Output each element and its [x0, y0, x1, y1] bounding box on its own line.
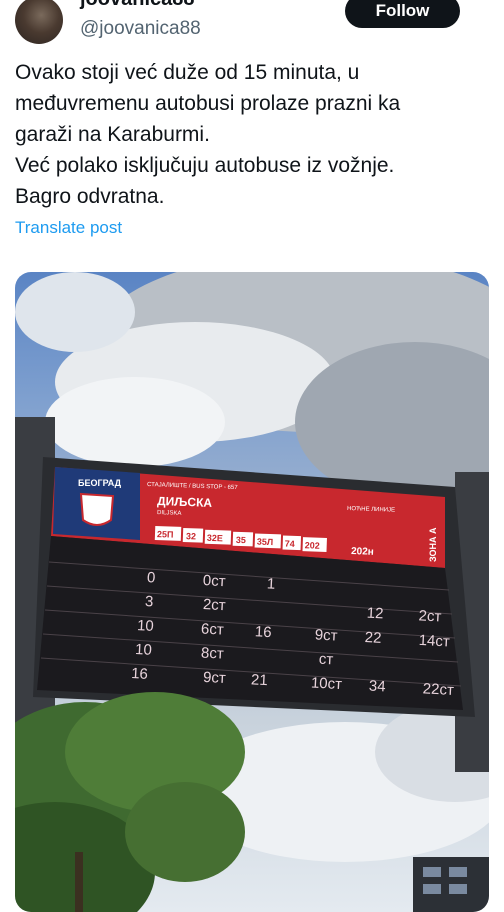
board-cell: 16 [131, 665, 149, 683]
author-handle[interactable]: @joovanica88 [80, 18, 201, 40]
board-cell: 10 [135, 641, 153, 659]
board-cell: 34 [368, 678, 386, 696]
post-text-line: Bagro odvratna. [15, 185, 165, 208]
line-badge: 202 [305, 540, 320, 551]
night-line-badge: 202н [351, 546, 374, 558]
board-cell: 0 [147, 569, 156, 586]
board-cell: 0ст [202, 572, 226, 590]
board-cell: 2ст [418, 607, 442, 625]
post-text: Ovako stoji već duže od 15 minuta, u međ… [15, 57, 495, 212]
follow-button[interactable]: Follow [345, 0, 460, 28]
board-cell: 22ст [422, 680, 454, 699]
board-cell: 22 [364, 629, 382, 647]
board-cell: 1 [266, 575, 275, 592]
line-badge: 35Л [257, 537, 274, 548]
board-cell: ст [318, 651, 333, 669]
board-cell: 10 [137, 617, 155, 635]
stop-name-latin: DILJSKA [157, 510, 182, 517]
board-cell: 12 [366, 605, 384, 623]
board-cell: 9ст [314, 626, 338, 644]
bus-stop-photo: БЕОГРАД СТАЈАЛИШТЕ / BUS STOP - 657 ДИЉС… [15, 272, 489, 912]
board-cell: 14ст [418, 632, 450, 651]
line-badge: 25П [157, 529, 174, 540]
board-cell: 16 [254, 623, 272, 641]
post-text-line: Već polako isključuju autobuse iz vožnje… [15, 154, 395, 177]
post-text-line: međuvremenu autobusi prolaze prazni ka [15, 92, 401, 115]
board-cell: 10ст [310, 674, 342, 693]
author-display-name[interactable]: joovanica88 [80, 0, 195, 11]
avatar[interactable] [15, 0, 63, 44]
post-image[interactable]: БЕОГРАД СТАЈАЛИШТЕ / BUS STOP - 657 ДИЉС… [15, 272, 489, 912]
board-cell: 8ст [201, 644, 225, 662]
translate-post-link[interactable]: Translate post [15, 218, 122, 238]
board-cell: 2ст [203, 596, 227, 614]
city-crest-icon [79, 492, 115, 526]
line-badge: 74 [285, 539, 295, 549]
city-label: БЕОГРАД [78, 478, 122, 488]
stop-name: ДИЉСКА [157, 494, 213, 510]
board-cell: 6ст [201, 620, 225, 638]
post-text-line: garaži na Karaburmi. [15, 123, 210, 146]
line-badge: 32 [186, 531, 196, 541]
line-badge: 35 [236, 535, 246, 545]
trees [15, 692, 245, 912]
board-cell: 3 [145, 593, 154, 610]
zone-label: ЗОНА А [428, 527, 438, 562]
board-cell: 9ст [203, 669, 227, 687]
board-cell: 21 [251, 671, 269, 689]
line-badge: 32Е [207, 533, 223, 544]
post-text-line: Ovako stoji već duže od 15 minuta, u [15, 61, 360, 84]
building [413, 857, 489, 912]
